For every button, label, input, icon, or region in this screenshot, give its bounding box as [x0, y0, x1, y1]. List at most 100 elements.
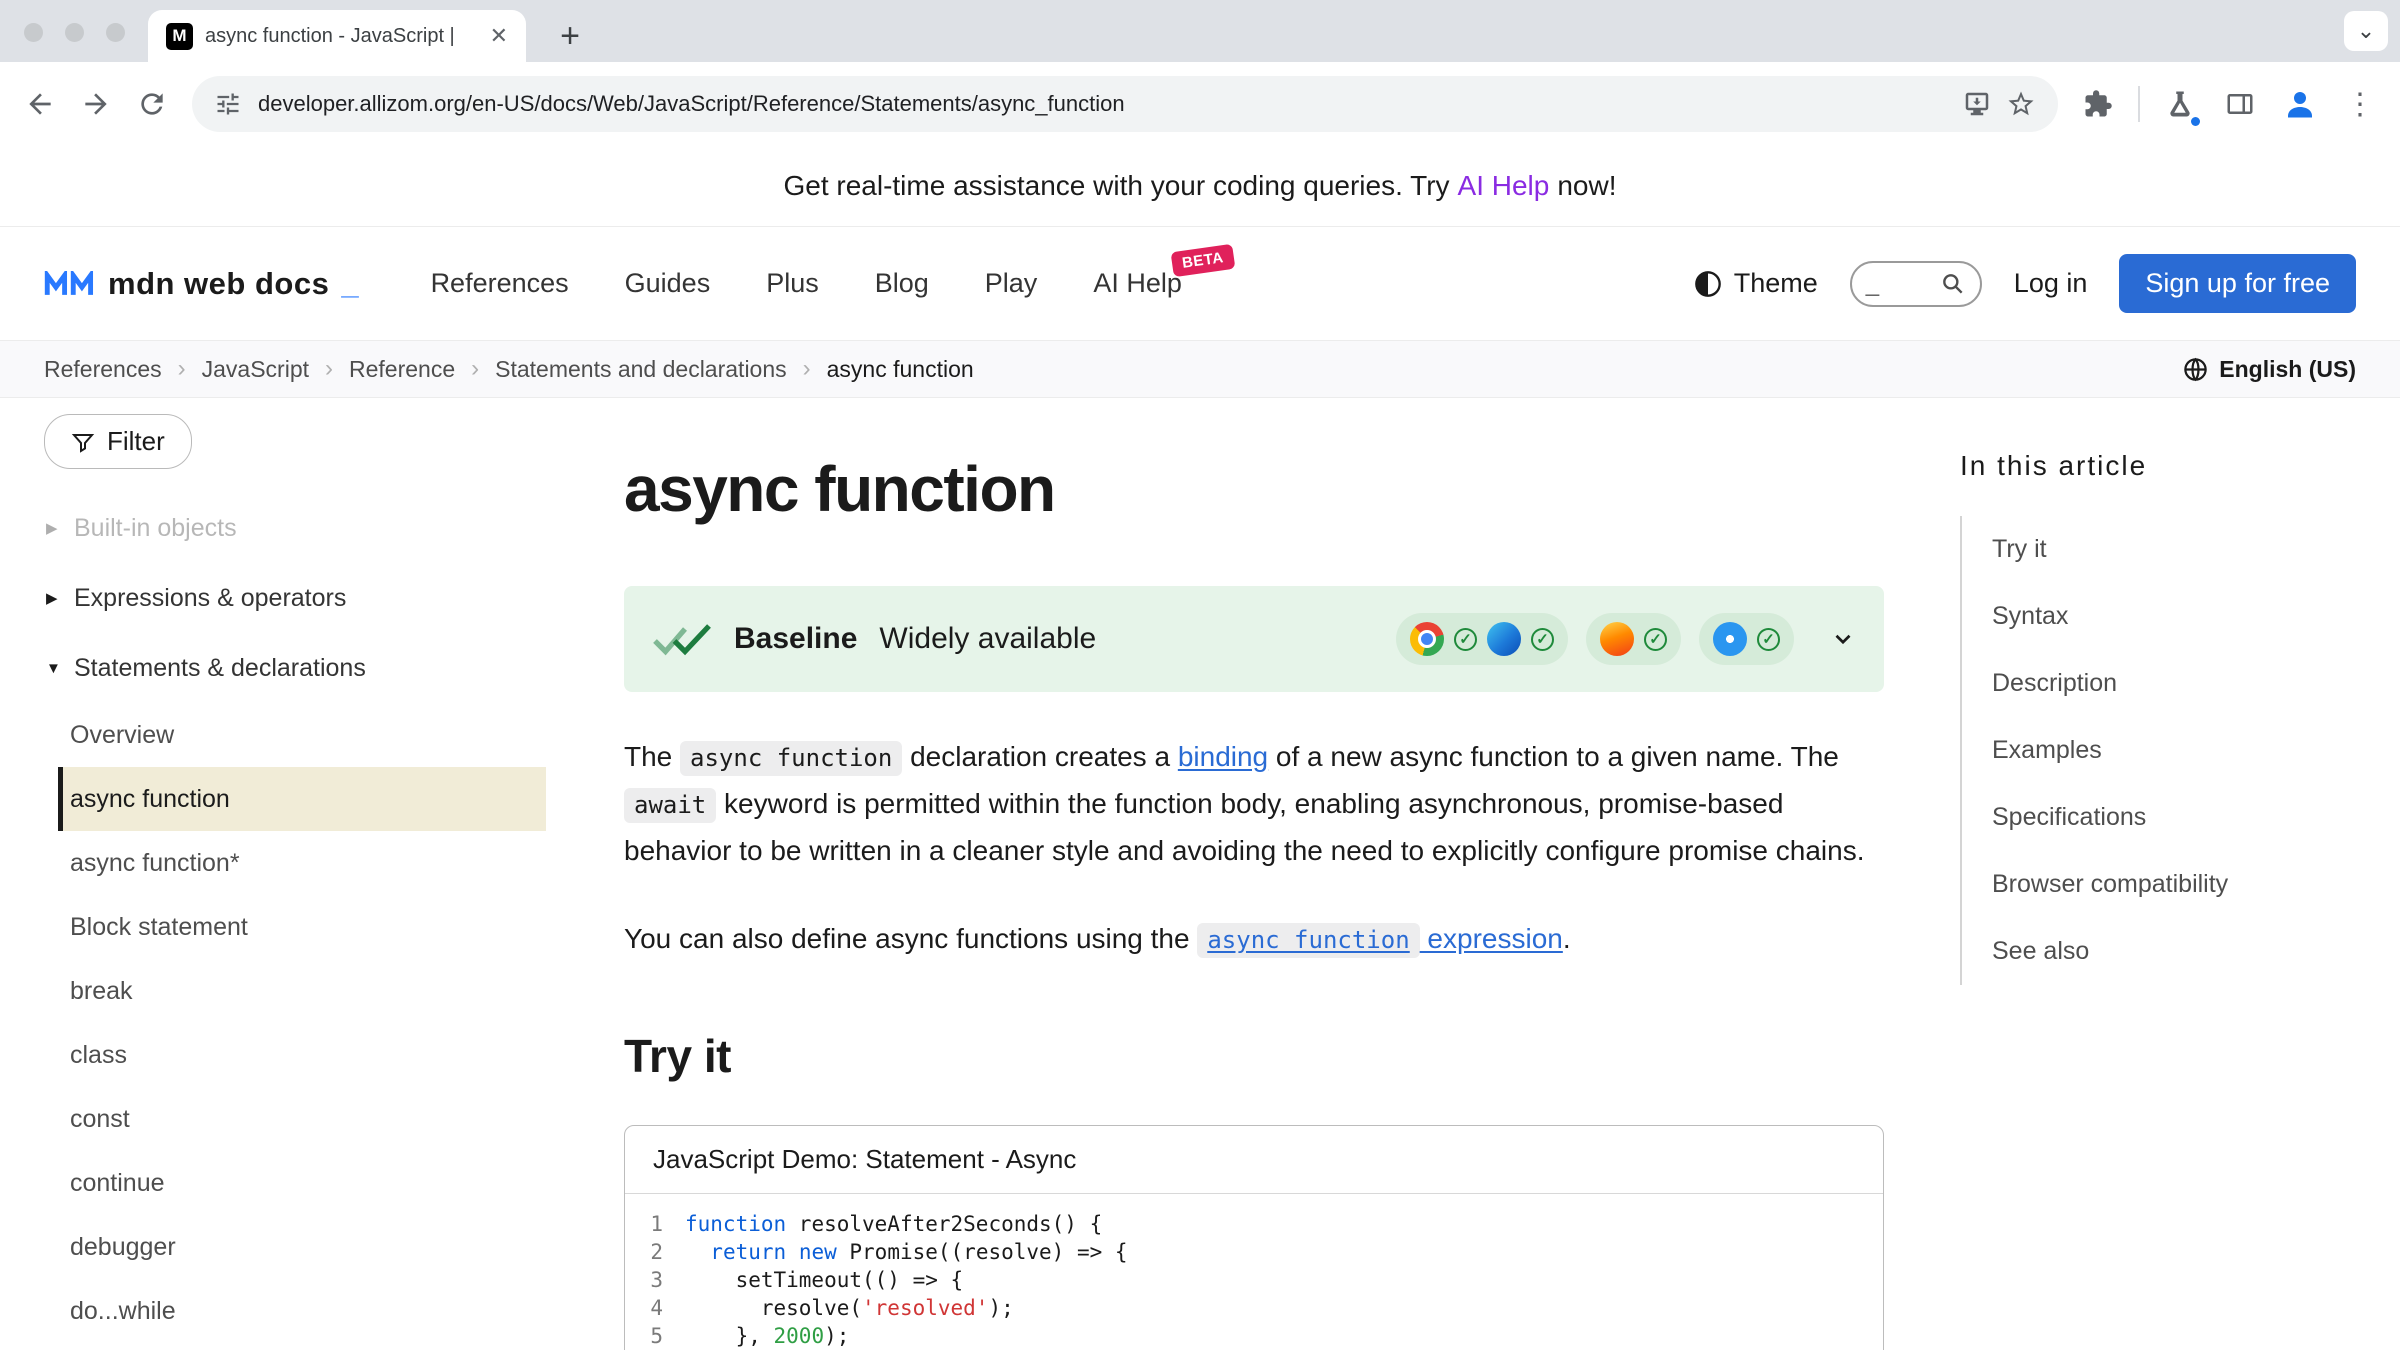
reload-icon: [136, 88, 168, 120]
tab-close-icon[interactable]: ✕: [490, 23, 508, 49]
sidebar-item-const[interactable]: const: [58, 1087, 546, 1151]
toc-item-browser-compatibility[interactable]: Browser compatibility: [1992, 851, 2356, 918]
profile-avatar[interactable]: [2274, 78, 2326, 130]
text-link-binding[interactable]: binding: [1178, 741, 1268, 772]
language-switcher[interactable]: English (US): [2182, 356, 2356, 383]
toc-item-syntax[interactable]: Syntax: [1992, 583, 2356, 650]
toolbar-actions: ⋮: [2072, 78, 2386, 130]
toc-item-see-also[interactable]: See also: [1992, 918, 2356, 985]
baseline-status: Widely available: [879, 622, 1096, 656]
tryit-heading: Try it: [624, 1029, 1884, 1083]
sidebar-item-continue[interactable]: continue: [58, 1151, 546, 1215]
nav-item-guides[interactable]: Guides: [625, 268, 711, 299]
browser-tab[interactable]: M async function - JavaScript | ✕: [148, 10, 526, 62]
sidebar-item-do-while[interactable]: do...while: [58, 1279, 546, 1343]
nav-item-blog[interactable]: Blog: [875, 268, 929, 299]
back-button[interactable]: [14, 78, 66, 130]
maximize-window-button[interactable]: [106, 23, 125, 42]
filter-button[interactable]: Filter: [44, 414, 192, 469]
install-app-icon[interactable]: [1962, 89, 1992, 119]
sidebar-item-expressions-operators[interactable]: ▶Expressions & operators: [44, 563, 564, 633]
breadcrumb-item-reference[interactable]: Reference: [349, 356, 455, 383]
sidebar-item-empty-statement[interactable]: Empty statement: [58, 1343, 546, 1350]
tab-title: async function - JavaScript |: [205, 25, 478, 48]
bookmark-star-icon[interactable]: [2006, 89, 2036, 119]
code-link-async-function[interactable]: async function: [1197, 923, 1419, 954]
sidebar-item-label: debugger: [70, 1233, 176, 1262]
language-label: English (US): [2219, 356, 2356, 383]
reload-button[interactable]: [126, 78, 178, 130]
browser-menu-button[interactable]: ⋮: [2334, 78, 2386, 130]
breadcrumb-item-javascript[interactable]: JavaScript: [202, 356, 309, 383]
breadcrumb-separator-icon: ›: [178, 355, 186, 383]
profile-person-icon: [2282, 86, 2318, 122]
sidebar-item-label: async function*: [70, 849, 240, 878]
line-number: 4: [639, 1294, 685, 1322]
support-check-icon: ✓: [1757, 628, 1780, 651]
safari-icon: [1713, 622, 1747, 656]
sidebar-item-statements-declarations[interactable]: ▼Statements & declarations: [44, 633, 564, 703]
ai-help-link[interactable]: AI Help: [1458, 170, 1550, 202]
sidebar-item-built-in-objects[interactable]: ▶Built-in objects: [44, 493, 564, 563]
extensions-button[interactable]: [2072, 78, 2124, 130]
sidebar-item-overview[interactable]: Overview: [58, 703, 546, 767]
sidebar-item-label: do...while: [70, 1297, 176, 1326]
demo-code[interactable]: 1function resolveAfter2Seconds() {2 retu…: [625, 1194, 1883, 1350]
nav-item-ai-help[interactable]: AI HelpBETA: [1093, 268, 1182, 299]
expand-arrow-icon: ▶: [46, 589, 64, 607]
edge-icon: [1487, 622, 1521, 656]
log-in-link[interactable]: Log in: [2014, 268, 2088, 299]
breadcrumb-item-async-function[interactable]: async function: [827, 356, 974, 383]
sidebar-item-break[interactable]: break: [58, 959, 546, 1023]
new-tab-button[interactable]: +: [548, 14, 592, 58]
inline-code: async function: [680, 741, 902, 776]
breadcrumb-item-statements-and-declarations[interactable]: Statements and declarations: [495, 356, 787, 383]
line-number: 2: [639, 1238, 685, 1266]
promo-text-before: Get real-time assistance with your codin…: [783, 170, 1449, 202]
sidebar-item-class[interactable]: class: [58, 1023, 546, 1087]
funnel-icon: [71, 430, 95, 454]
back-arrow-icon: [24, 88, 56, 120]
sidebar-item-debugger[interactable]: debugger: [58, 1215, 546, 1279]
sidebar-item-label: continue: [70, 1169, 165, 1198]
code-line: 5 }, 2000);: [639, 1322, 1883, 1350]
toc-item-description[interactable]: Description: [1992, 650, 2356, 717]
text-link-expression[interactable]: expression: [1420, 923, 1563, 954]
toc-item-specifications[interactable]: Specifications: [1992, 784, 2356, 851]
lab-flask-icon: [2165, 89, 2195, 119]
toc-item-try-it[interactable]: Try it: [1992, 516, 2356, 583]
baseline-label: Baseline: [734, 622, 857, 656]
toc: In this article Try itSyntaxDescriptionE…: [1960, 398, 2356, 985]
sidebar-item-label: const: [70, 1105, 130, 1134]
nav-item-references[interactable]: References: [431, 268, 569, 299]
sidebar-item-async-function[interactable]: async function: [58, 767, 546, 831]
sidebar: Filter ▶Built-in objects▶Expressions & o…: [44, 398, 564, 1350]
minimize-window-button[interactable]: [65, 23, 84, 42]
browser-chrome: M async function - JavaScript | ✕ + ⌄ de…: [0, 0, 2400, 146]
sidebar-item-block-statement[interactable]: Block statement: [58, 895, 546, 959]
theme-toggle[interactable]: Theme: [1694, 268, 1818, 299]
experiments-button[interactable]: [2154, 78, 2206, 130]
toc-item-examples[interactable]: Examples: [1992, 717, 2356, 784]
nav-item-play[interactable]: Play: [985, 268, 1038, 299]
code-line: 3 setTimeout(() => {: [639, 1266, 1883, 1294]
sign-up-button[interactable]: Sign up for free: [2119, 254, 2356, 313]
side-panel-button[interactable]: [2214, 78, 2266, 130]
browser-support-chip: ✓✓: [1396, 613, 1568, 665]
sidebar-tree: ▶Built-in objects▶Expressions & operator…: [44, 493, 564, 1350]
url-text[interactable]: developer.allizom.org/en-US/docs/Web/Jav…: [258, 91, 1946, 117]
search-input[interactable]: _: [1850, 261, 1982, 307]
sidebar-item-label: break: [70, 977, 133, 1006]
mdn-logo-icon: [44, 271, 96, 297]
baseline-expand-chevron-icon[interactable]: [1830, 626, 1856, 652]
line-number: 5: [639, 1322, 685, 1350]
mdn-logo[interactable]: mdn web docs _: [44, 266, 359, 302]
close-window-button[interactable]: [24, 23, 43, 42]
site-settings-icon[interactable]: [214, 90, 242, 118]
tab-list-chevron-button[interactable]: ⌄: [2344, 11, 2388, 51]
breadcrumb-item-references[interactable]: References: [44, 356, 162, 383]
forward-button[interactable]: [70, 78, 122, 130]
nav-item-plus[interactable]: Plus: [766, 268, 819, 299]
sidebar-item-async-function[interactable]: async function*: [58, 831, 546, 895]
address-bar[interactable]: developer.allizom.org/en-US/docs/Web/Jav…: [192, 76, 2058, 132]
